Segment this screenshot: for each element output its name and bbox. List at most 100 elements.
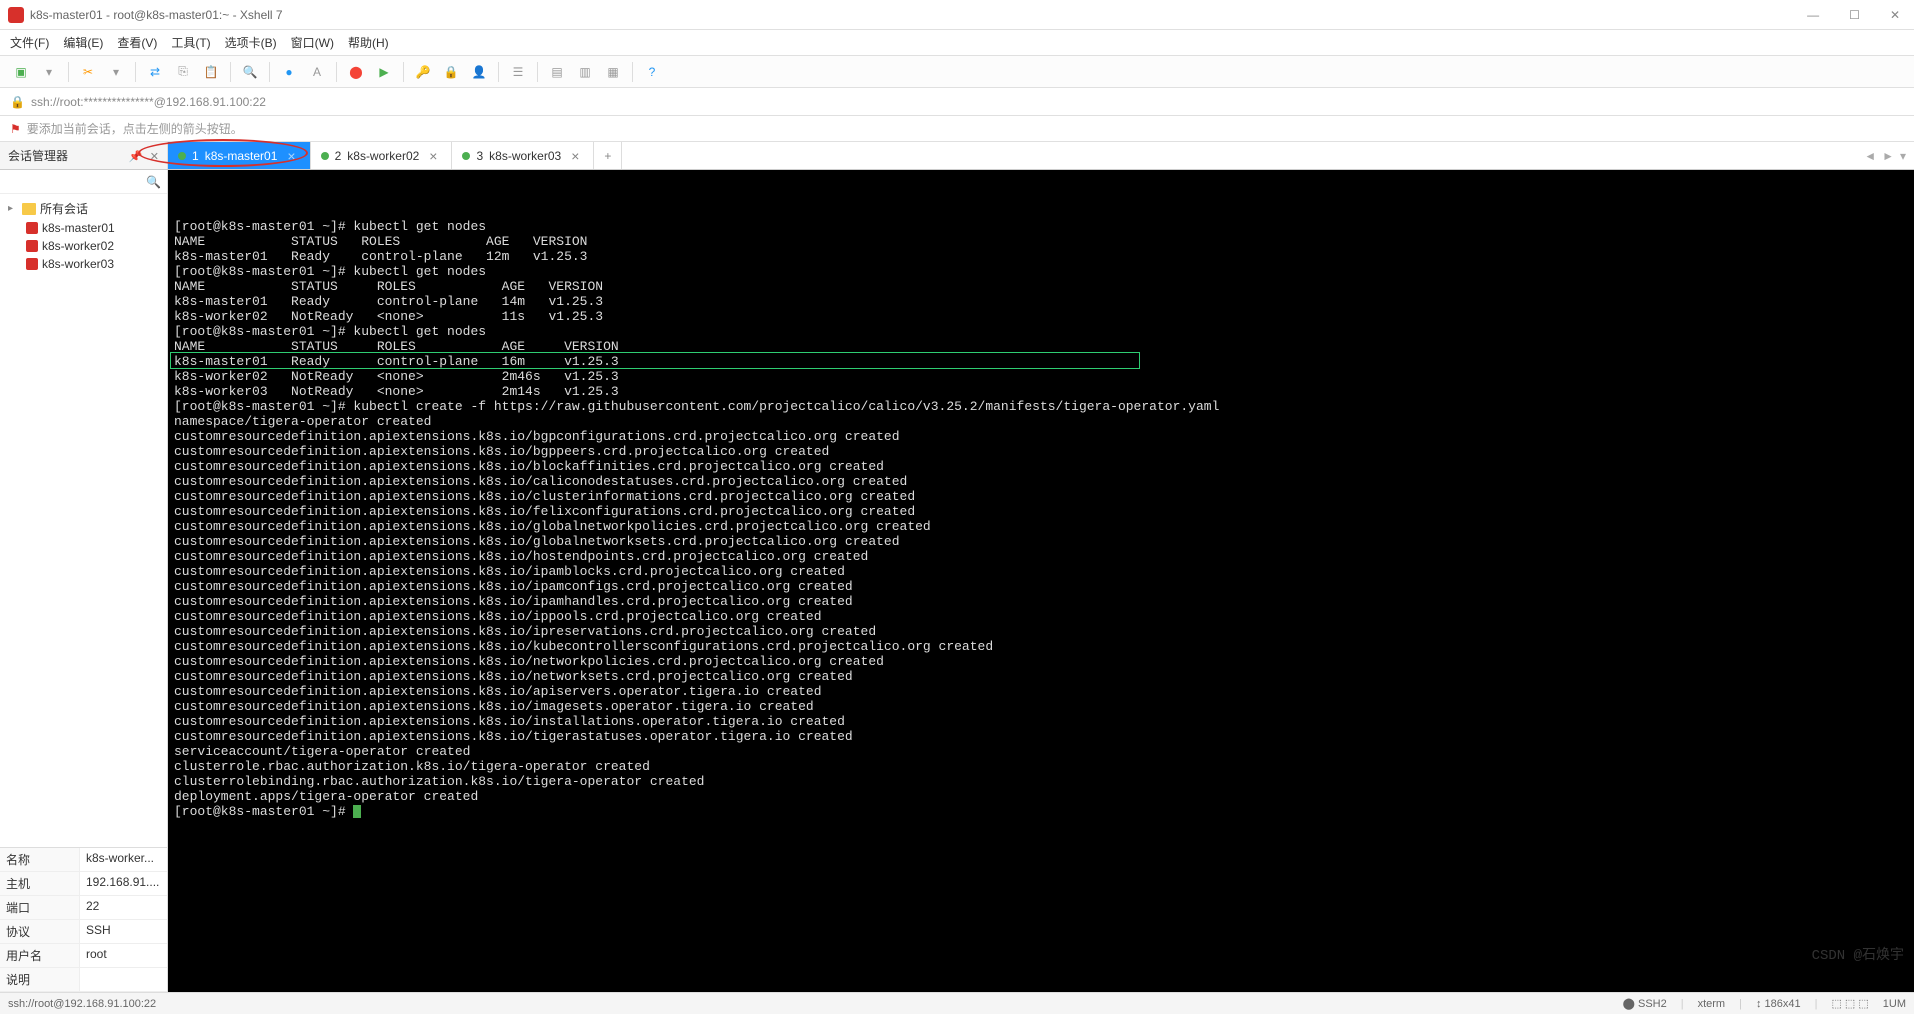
tab-label: k8s-worker03: [489, 149, 561, 163]
close-button[interactable]: ✕: [1884, 6, 1906, 24]
session-icon: [26, 240, 38, 252]
terminal-line: k8s-master01 Ready control-plane 12m v1.…: [174, 249, 1908, 264]
session-properties: 名称k8s-worker...主机192.168.91....端口22协议SSH…: [0, 847, 167, 992]
menu-help[interactable]: 帮助(H): [348, 34, 389, 51]
session-manager-header: 会话管理器 📌 ✕: [0, 142, 168, 169]
menu-tab[interactable]: 选项卡(B): [225, 34, 277, 51]
flag-icon: ⚑: [10, 122, 21, 136]
property-value: k8s-worker...: [80, 848, 167, 871]
layout-h-button[interactable]: ▤: [546, 61, 568, 83]
tree-item-k8s-worker03[interactable]: k8s-worker03: [0, 255, 167, 273]
terminal-line: customresourcedefinition.apiextensions.k…: [174, 684, 1908, 699]
sidebar: 🔍 所有会话 k8s-master01k8s-worker02 k8s-worke…: [0, 170, 168, 992]
tab-list-icon[interactable]: ▾: [1900, 149, 1906, 163]
tab-nav-left-icon[interactable]: ◄: [1864, 149, 1876, 163]
record-button[interactable]: ⬤: [345, 61, 367, 83]
property-key: 说明: [0, 968, 80, 991]
tab-close-icon[interactable]: ×: [429, 148, 437, 164]
terminal-line: k8s-worker02 NotReady <none> 11s v1.25.3: [174, 309, 1908, 324]
property-value: 192.168.91....: [80, 872, 167, 895]
tab-k8s-worker02[interactable]: 2 k8s-worker02 ×: [311, 142, 453, 169]
terminal-line: customresourcedefinition.apiextensions.k…: [174, 564, 1908, 579]
menu-window[interactable]: 窗口(W): [291, 34, 334, 51]
transfer-button[interactable]: ⇄: [144, 61, 166, 83]
session-tree: 所有会话 k8s-master01k8s-worker02 k8s-worker0…: [0, 194, 167, 847]
property-row: 用户名root: [0, 944, 167, 968]
find-button[interactable]: 🔍: [239, 61, 261, 83]
terminal-line: [root@k8s-master01 ~]# kubectl create -f…: [174, 399, 1908, 414]
open-button[interactable]: ▾: [38, 61, 60, 83]
menu-tools[interactable]: 工具(T): [171, 34, 210, 51]
terminal-line: customresourcedefinition.apiextensions.k…: [174, 669, 1908, 684]
sidebar-search[interactable]: 🔍: [0, 170, 167, 194]
session-icon: [26, 222, 38, 234]
hint-bar: ⚑ 要添加当前会话，点击左侧的箭头按钮。: [0, 116, 1914, 142]
terminal-line: customresourcedefinition.apiextensions.k…: [174, 504, 1908, 519]
terminal-line: customresourcedefinition.apiextensions.k…: [174, 429, 1908, 444]
status-dot-icon: [462, 152, 470, 160]
status-ssh: ⬤ SSH2: [1623, 997, 1667, 1010]
terminal-line: [root@k8s-master01 ~]#: [174, 804, 1908, 819]
tree-item-label: k8s-worker03: [42, 257, 114, 271]
help-button[interactable]: ?: [641, 61, 663, 83]
toolbar: ▣ ▾ ✂ ▾ ⇄ ⎘ 📋 🔍 ● A ⬤ ▶ 🔑 🔒 👤 ☰ ▤ ▥ ▦ ?: [0, 56, 1914, 88]
separator: [632, 62, 633, 82]
status-dot-icon: [321, 152, 329, 160]
terminal-line: customresourcedefinition.apiextensions.k…: [174, 579, 1908, 594]
terminal-line: clusterrole.rbac.authorization.k8s.io/ti…: [174, 759, 1908, 774]
property-key: 主机: [0, 872, 80, 895]
tab-k8s-worker03[interactable]: 3 k8s-worker03 ×: [452, 142, 594, 169]
user-button[interactable]: 👤: [468, 61, 490, 83]
add-tab-button[interactable]: +: [594, 142, 622, 169]
tab-close-icon[interactable]: ×: [571, 148, 579, 164]
tree-item-k8s-worker02[interactable]: k8s-worker02: [0, 237, 167, 255]
pin-icon[interactable]: 📌: [129, 151, 143, 163]
reconnect-button[interactable]: ▾: [105, 61, 127, 83]
menu-edit[interactable]: 编辑(E): [63, 34, 103, 51]
maximize-button[interactable]: ☐: [1843, 6, 1866, 24]
tab-close-icon[interactable]: ×: [287, 148, 295, 164]
hint-text: 要添加当前会话，点击左侧的箭头按钮。: [27, 120, 243, 137]
copy-button[interactable]: ⎘: [172, 61, 194, 83]
terminal-line: customresourcedefinition.apiextensions.k…: [174, 534, 1908, 549]
terminal-line: customresourcedefinition.apiextensions.k…: [174, 459, 1908, 474]
menu-view[interactable]: 查看(V): [117, 34, 157, 51]
minimize-button[interactable]: —: [1801, 6, 1825, 24]
terminal-line: customresourcedefinition.apiextensions.k…: [174, 474, 1908, 489]
terminal-line: customresourcedefinition.apiextensions.k…: [174, 444, 1908, 459]
address-bar[interactable]: 🔒 ssh://root:***************@192.168.91.…: [0, 88, 1914, 116]
tab-number: 3: [476, 149, 483, 163]
new-session-button[interactable]: ▣: [10, 61, 32, 83]
property-row: 主机192.168.91....: [0, 872, 167, 896]
tab-nav-right-icon[interactable]: ►: [1882, 149, 1894, 163]
color-button[interactable]: ●: [278, 61, 300, 83]
property-row: 说明: [0, 968, 167, 992]
play-button[interactable]: ▶: [373, 61, 395, 83]
layout-v-button[interactable]: ▥: [574, 61, 596, 83]
close-panel-icon[interactable]: ✕: [150, 151, 159, 163]
tree-item-k8s-master01[interactable]: k8s-master01: [0, 219, 167, 237]
font-button[interactable]: A: [306, 61, 328, 83]
titlebar: k8s-master01 - root@k8s-master01:~ - Xsh…: [0, 0, 1914, 30]
tree-root[interactable]: 所有会话: [0, 198, 167, 219]
tabs-row: 会话管理器 📌 ✕ 1 k8s-master01 × 2 k8s-worker0…: [0, 142, 1914, 170]
menu-file[interactable]: 文件(F): [10, 34, 49, 51]
property-key: 协议: [0, 920, 80, 943]
tab-k8s-master01[interactable]: 1 k8s-master01 ×: [168, 142, 311, 169]
key-button[interactable]: 🔑: [412, 61, 434, 83]
connect-button[interactable]: ✂: [77, 61, 99, 83]
separator: [498, 62, 499, 82]
status-encoding: ⬚ ⬚ ⬚: [1831, 997, 1868, 1010]
terminal[interactable]: CSDN @石焕宇 [root@k8s-master01 ~]# kubectl…: [168, 170, 1914, 992]
terminal-line: k8s-worker02 NotReady <none> 2m46s v1.25…: [174, 369, 1908, 384]
property-key: 名称: [0, 848, 80, 871]
sessions-button[interactable]: ☰: [507, 61, 529, 83]
layout-grid-button[interactable]: ▦: [602, 61, 624, 83]
property-value: 22: [80, 896, 167, 919]
separator: [537, 62, 538, 82]
terminal-line: clusterrolebinding.rbac.authorization.k8…: [174, 774, 1908, 789]
status-size: ↕ 186x41: [1756, 998, 1801, 1010]
lock-button[interactable]: 🔒: [440, 61, 462, 83]
status-address: ssh://root@192.168.91.100:22: [8, 998, 1623, 1010]
paste-button[interactable]: 📋: [200, 61, 222, 83]
